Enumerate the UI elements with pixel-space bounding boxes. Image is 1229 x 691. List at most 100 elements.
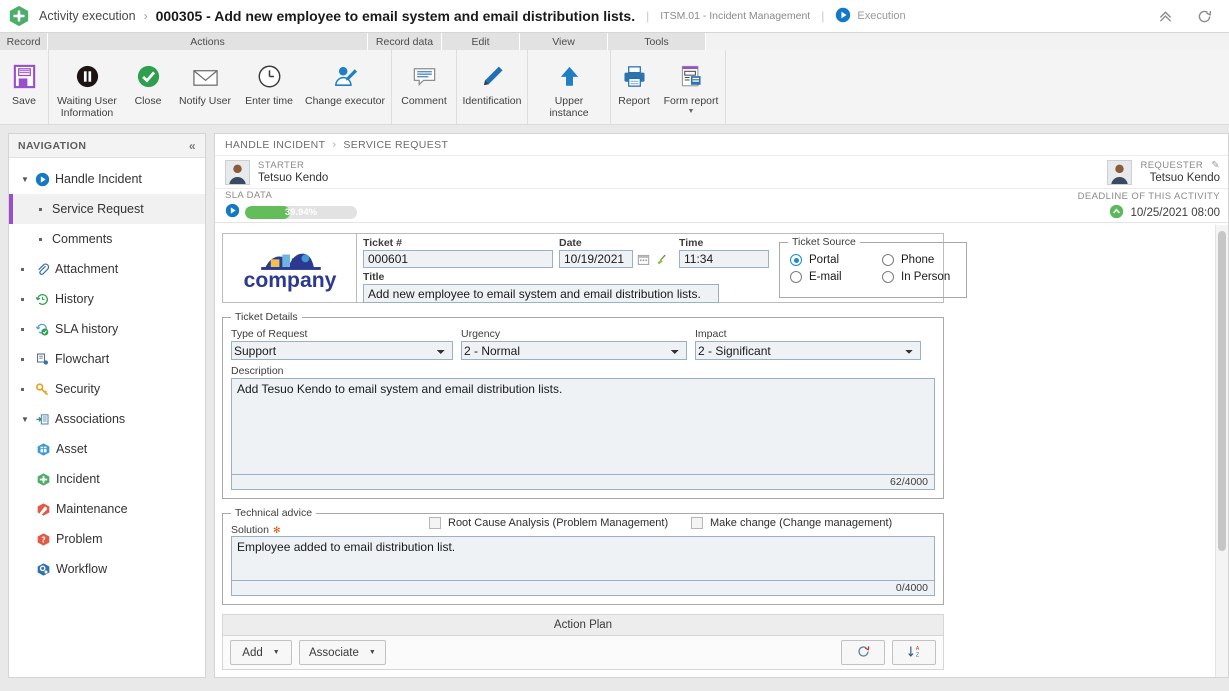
form-vertical-scrollbar[interactable] <box>1215 225 1228 677</box>
scrollbar-thumb[interactable] <box>1218 231 1226 551</box>
associate-button[interactable]: Associate ▼ <box>299 640 386 665</box>
radio-in-person[interactable]: In Person <box>882 271 966 283</box>
twisty-expanded-icon[interactable]: ▼ <box>21 175 34 184</box>
chevron-left-double-icon[interactable]: « <box>189 139 196 153</box>
ribbon-tab-actions[interactable]: Actions <box>48 33 368 50</box>
ribbon-tab-tools[interactable]: Tools <box>608 33 706 50</box>
enter-time-button[interactable]: Enter time <box>239 55 299 107</box>
save-button[interactable]: Save <box>0 55 48 107</box>
radio-dot-icon <box>790 271 802 283</box>
radio-phone[interactable]: Phone <box>882 254 966 266</box>
waiting-user-information-button[interactable]: Waiting User Information <box>49 55 125 119</box>
chevron-down-icon[interactable]: ▼ <box>273 649 280 656</box>
form-report-button[interactable]: Form report ▼ <box>657 55 725 115</box>
report-button[interactable]: Report <box>611 55 657 107</box>
sidebar-item-asset[interactable]: Asset <box>9 434 205 464</box>
sidebar-item-flowchart[interactable]: Flowchart <box>9 344 205 374</box>
workspace: NAVIGATION « ▼ Handle Incident Service R… <box>0 125 1229 683</box>
sla-bar: SLA DATA 39.94% DEADLINE OF THIS ACTIVIT… <box>215 189 1228 223</box>
associate-button-label: Associate <box>309 646 359 659</box>
solution-label: Solution <box>231 524 269 536</box>
ticket-number-input[interactable] <box>363 250 553 268</box>
urgency-select[interactable]: 2 - Normal <box>461 341 687 360</box>
sidebar-item-handle-incident[interactable]: ▼ Handle Incident <box>9 164 205 194</box>
sidebar-item-service-request[interactable]: Service Request <box>9 194 205 224</box>
avatar <box>225 159 250 185</box>
starter-caption: STARTER <box>258 159 305 171</box>
problem-icon: ? <box>35 531 52 548</box>
title-input[interactable] <box>363 284 719 303</box>
impact-label: Impact <box>695 328 727 340</box>
solution-field: Employee added to email distribution lis… <box>231 536 935 596</box>
notify-user-label: Notify User <box>179 95 231 107</box>
checkbox-make-change[interactable]: Make change (Change management) <box>691 517 892 529</box>
sidebar-item-label: Incident <box>56 472 100 486</box>
incident-icon <box>35 471 52 488</box>
ribbon-tab-edit[interactable]: Edit <box>442 33 520 50</box>
refresh-grid-button[interactable] <box>841 640 885 665</box>
identification-button[interactable]: Identification <box>457 55 527 107</box>
add-button[interactable]: Add ▼ <box>230 640 292 665</box>
chevron-up-double-icon[interactable] <box>1157 8 1174 25</box>
identification-label: Identification <box>462 95 522 107</box>
sidebar-item-history[interactable]: History <box>9 284 205 314</box>
notify-user-button[interactable]: Notify User <box>171 55 239 107</box>
date-input[interactable] <box>559 250 633 268</box>
sidebar-item-security[interactable]: Security <box>9 374 205 404</box>
change-executor-button[interactable]: Change executor <box>299 55 391 107</box>
comment-button[interactable]: Comment <box>392 55 456 107</box>
pause-circle-icon <box>74 57 101 95</box>
ribbon-tab-view[interactable]: View <box>520 33 608 50</box>
radio-email[interactable]: E-mail <box>790 271 882 283</box>
time-input[interactable] <box>679 250 769 268</box>
ribbon-group-edit: Identification <box>457 50 528 124</box>
chevron-down-icon[interactable]: ▼ <box>369 649 376 656</box>
user-edit-icon <box>331 57 360 95</box>
ribbon-tab-record[interactable]: Record <box>0 33 48 50</box>
sidebar-item-sla-history[interactable]: SLA history <box>9 314 205 344</box>
broom-icon[interactable] <box>654 251 669 267</box>
upper-instance-button[interactable]: Upper instance <box>528 55 610 119</box>
type-of-request-select[interactable]: Support <box>231 341 453 360</box>
sidebar-item-comments[interactable]: Comments <box>9 224 205 254</box>
requester-info: REQUESTER ✎ Tetsuo Kendo <box>1140 160 1220 185</box>
bullet-icon <box>21 387 34 391</box>
breadcrumb-parent[interactable]: HANDLE INCIDENT <box>225 139 325 151</box>
sort-button[interactable]: A Z <box>892 640 936 665</box>
sidebar-item-workflow[interactable]: Workflow <box>9 554 205 584</box>
ribbon-tab-record-data[interactable]: Record data <box>368 33 442 50</box>
description-label: Description <box>231 365 284 377</box>
checkbox-root-cause-analysis[interactable]: Root Cause Analysis (Problem Management) <box>429 517 691 529</box>
activity-context-label: Activity execution <box>39 9 136 23</box>
urgency-label: Urgency <box>461 328 501 340</box>
solution-textarea[interactable]: Employee added to email distribution lis… <box>231 536 935 581</box>
refresh-icon[interactable] <box>1196 8 1213 25</box>
divider-2: | <box>821 9 825 23</box>
sidebar-item-label: Comments <box>52 232 113 246</box>
sidebar-item-attachment[interactable]: Attachment <box>9 254 205 284</box>
form-report-icon <box>678 57 705 95</box>
refresh-icon <box>856 644 871 662</box>
sidebar-item-associations[interactable]: ▼ Associations <box>9 404 205 434</box>
check-circle-icon <box>135 57 162 95</box>
close-button[interactable]: Close <box>125 55 171 107</box>
pencil-icon[interactable]: ✎ <box>1211 160 1220 171</box>
navigation-panel: NAVIGATION « ▼ Handle Incident Service R… <box>8 133 206 678</box>
sidebar-item-incident[interactable]: Incident <box>9 464 205 494</box>
sidebar-item-maintenance[interactable]: Maintenance <box>9 494 205 524</box>
description-textarea[interactable]: Add Tesuo Kendo to email system and emai… <box>231 378 935 475</box>
sidebar-item-label: Flowchart <box>55 352 110 366</box>
radio-portal[interactable]: Portal <box>790 254 882 266</box>
impact-select[interactable]: 2 - Significant <box>695 341 921 360</box>
play-circle-icon <box>34 171 51 188</box>
form-inner: company Ticket # 000601 Date 10/19/2021 … <box>215 225 1228 670</box>
type-of-request-field: Type of Request Support <box>231 328 453 360</box>
calendar-icon[interactable] <box>636 251 651 267</box>
sla-percent-label: 39.94% <box>284 206 318 218</box>
sidebar-item-label: Maintenance <box>56 502 128 516</box>
sidebar-item-problem[interactable]: ? Problem <box>9 524 205 554</box>
bottom-strip <box>0 683 1229 691</box>
chevron-down-icon[interactable]: ▼ <box>688 108 695 115</box>
sidebar-item-label: Workflow <box>56 562 108 576</box>
twisty-expanded-icon[interactable]: ▼ <box>21 415 34 424</box>
